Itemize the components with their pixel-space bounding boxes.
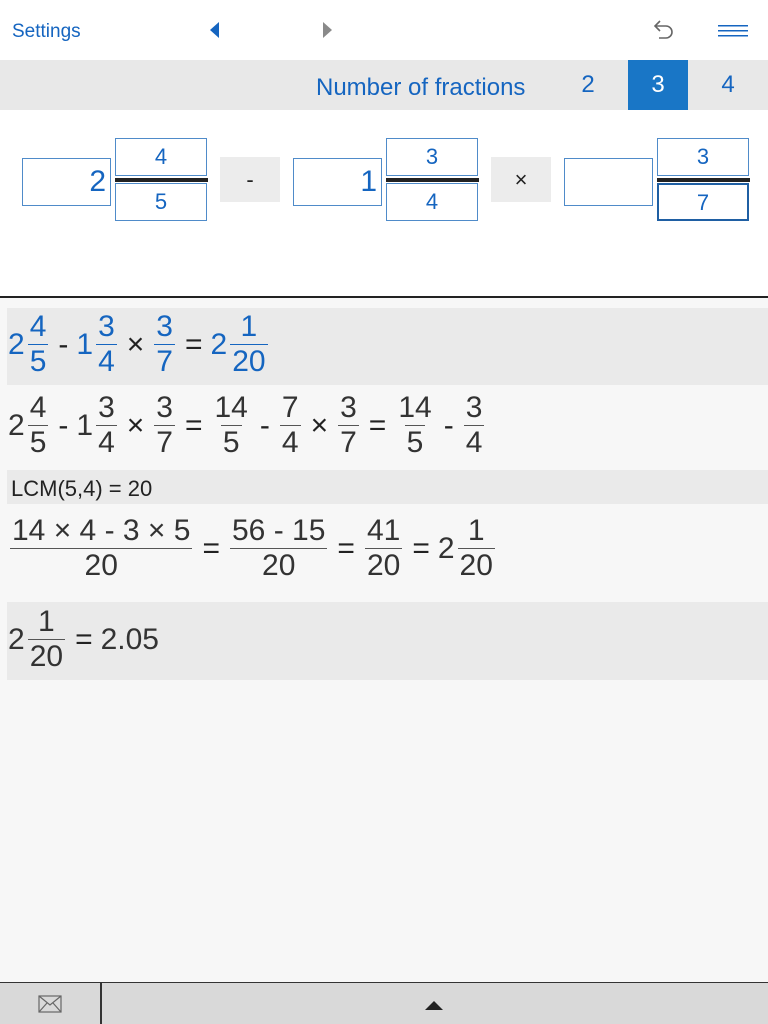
fraction: 34 <box>463 391 485 459</box>
fraction1-denominator-input[interactable]: 5 <box>115 183 207 221</box>
fraction3-bar <box>657 178 750 182</box>
fraction: 34 <box>96 310 117 378</box>
mail-icon[interactable] <box>38 995 62 1013</box>
step-line-common-denominator: 14 × 4 - 3 × 5 20 = 56 - 15 20 = 41 20 = 2 … <box>10 514 495 582</box>
fraction-input-area: 2 4 5 - 1 3 4 × 3 7 <box>0 110 768 298</box>
fraction: 14 5 <box>214 391 248 459</box>
undo-icon[interactable] <box>650 18 676 44</box>
bottom-toolbar <box>0 982 768 1024</box>
fraction: 14 × 4 - 3 × 5 20 <box>10 514 193 582</box>
fraction: 56 - 15 20 <box>230 514 328 582</box>
fraction: 1 20 <box>230 310 268 378</box>
fraction2-denominator-input[interactable]: 4 <box>386 183 478 221</box>
decimal-line: 2 1 20 = 2.05 <box>8 605 159 673</box>
operator1-button[interactable]: - <box>220 157 280 202</box>
fraction-count-label: Number of fractions <box>316 74 526 101</box>
fraction: 1 20 <box>27 605 66 673</box>
fraction-count-bar: Number of fractions 2 3 4 <box>0 60 768 110</box>
fraction3-numerator-input[interactable]: 3 <box>657 138 749 176</box>
fraction3-denominator-input[interactable]: 7 <box>657 183 749 221</box>
fraction-count-option-2[interactable]: 2 <box>558 60 618 110</box>
fraction: 45 <box>27 391 49 459</box>
fraction-count-option-4[interactable]: 4 <box>698 60 758 110</box>
fraction3-whole-input[interactable] <box>564 158 653 206</box>
operator2-button[interactable]: × <box>491 157 551 202</box>
fraction: 45 <box>27 310 49 378</box>
menu-icon[interactable] <box>716 20 750 42</box>
fraction1-whole-input[interactable]: 2 <box>22 158 111 206</box>
lcm-text: LCM(5,4) = 20 <box>11 476 153 501</box>
fraction: 34 <box>96 391 117 459</box>
step-line-conversion: 2 45 - 1 34 × 37 = 14 5 - 74 × 37 = 14 5 -… <box>8 391 485 459</box>
fraction: 37 <box>154 310 175 378</box>
chevron-left-icon[interactable] <box>205 20 225 40</box>
fraction1-numerator-input[interactable]: 4 <box>115 138 207 176</box>
result-line: 2 45 - 1 34 × 37 = 2 1 20 <box>8 310 268 378</box>
fraction: 74 <box>279 391 301 459</box>
fraction2-whole-input[interactable]: 1 <box>293 158 382 206</box>
decimal-value: 2.05 <box>100 622 159 656</box>
chevron-right-icon[interactable] <box>318 20 338 40</box>
fraction: 37 <box>338 391 359 459</box>
fraction1-bar <box>115 178 208 182</box>
fraction2-numerator-input[interactable]: 3 <box>386 138 478 176</box>
top-toolbar: Settings <box>0 0 768 60</box>
solution-panel: 2 45 - 1 34 × 37 = 2 1 20 2 45 - 1 34 × 3… <box>0 300 768 982</box>
fraction-count-option-3[interactable]: 3 <box>628 60 688 110</box>
fraction2-bar <box>386 178 479 182</box>
chevron-up-icon[interactable] <box>424 999 444 1011</box>
settings-button[interactable]: Settings <box>12 21 81 43</box>
fraction: 37 <box>154 391 175 459</box>
fraction: 1 20 <box>457 514 495 582</box>
fraction: 14 5 <box>398 391 432 459</box>
fraction: 41 20 <box>364 514 403 582</box>
toolbar-divider <box>100 983 102 1024</box>
